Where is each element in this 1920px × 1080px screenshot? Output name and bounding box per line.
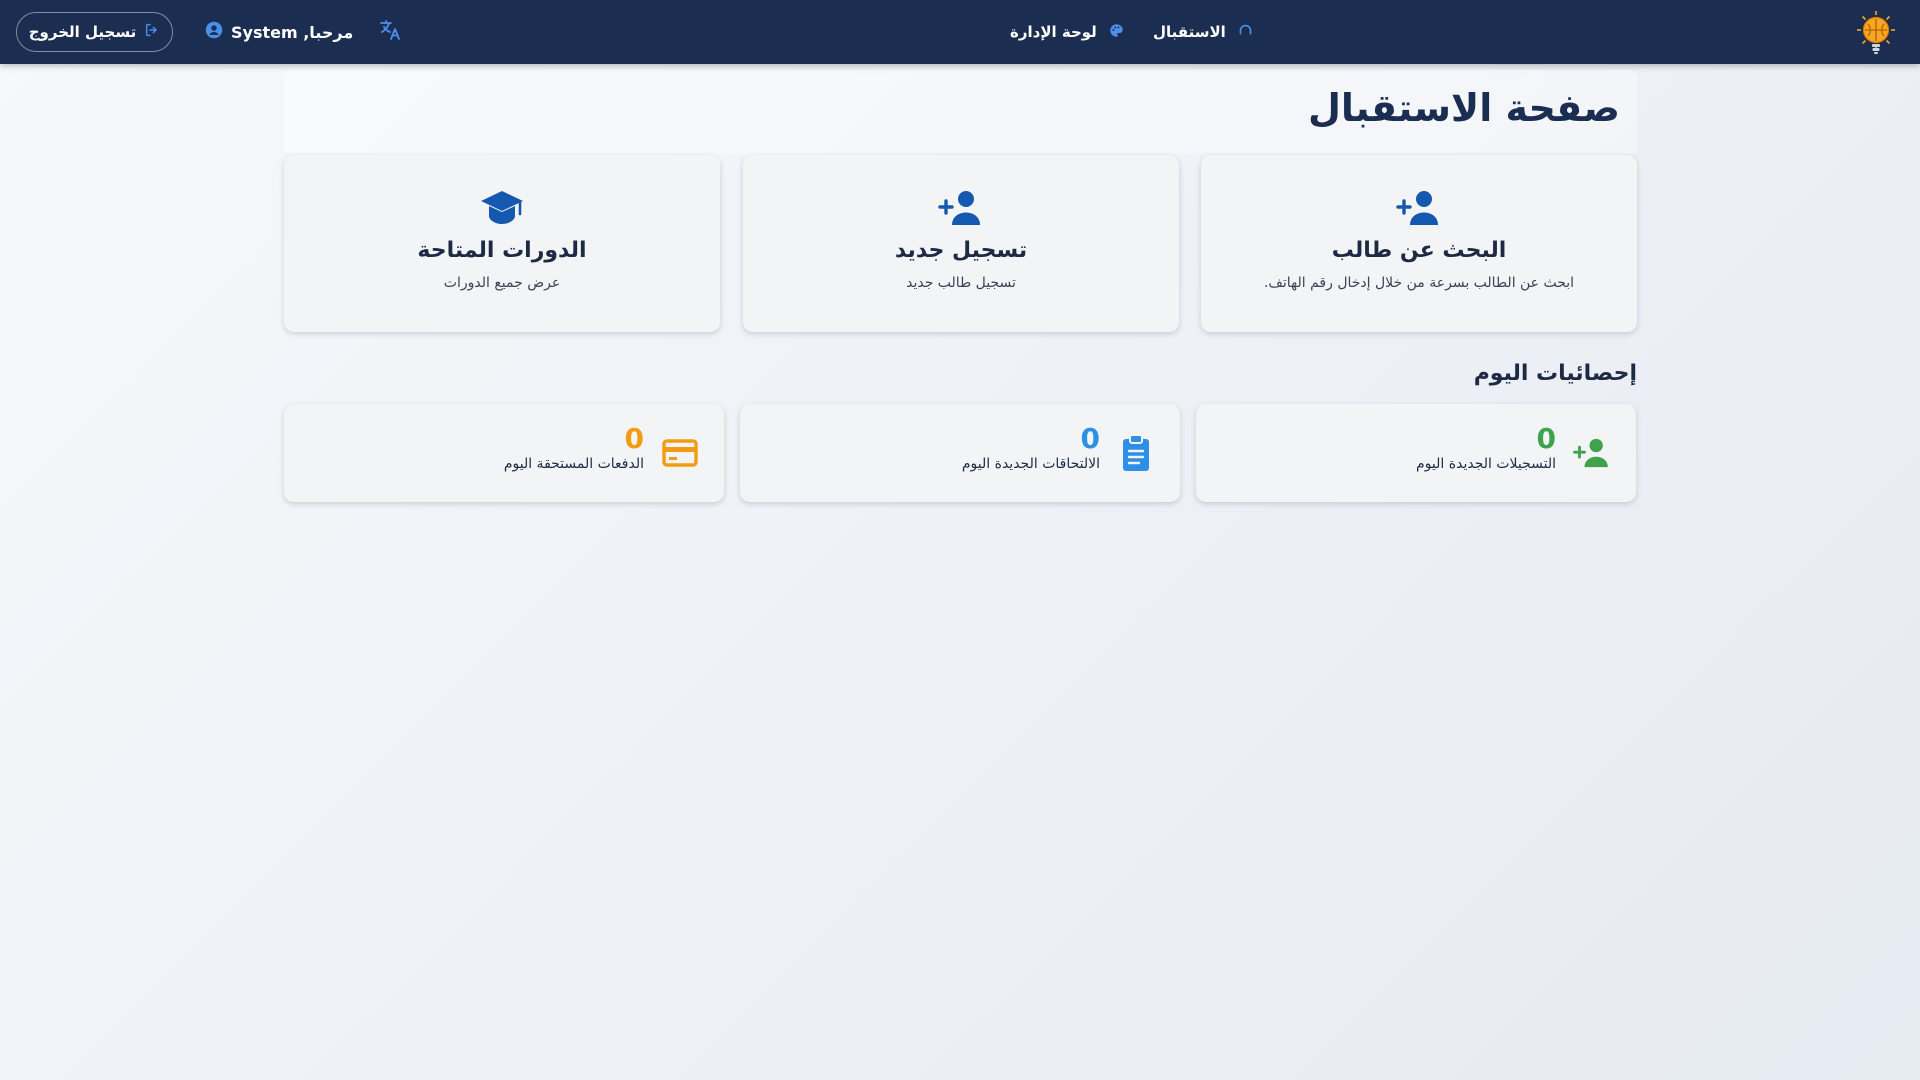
- nav-reception-label: الاستقبال: [1153, 23, 1226, 41]
- user-circle-icon: [205, 21, 223, 43]
- headset-icon: [1238, 23, 1253, 42]
- person-add-icon: [1395, 188, 1443, 228]
- top-navbar: تسجيل الخروج مرحبا, System لوحة الإدارة: [0, 0, 1920, 64]
- nav-link-admin[interactable]: لوحة الإدارة: [1010, 0, 1124, 64]
- user-greeting[interactable]: مرحبا, System: [205, 0, 353, 64]
- new-registration-card[interactable]: تسجيل جديد تسجيل طالب جديد: [743, 155, 1179, 332]
- person-add-icon: [937, 188, 985, 228]
- stat-enrollments-label: الالتحاقات الجديدة اليوم: [961, 456, 1100, 472]
- new-registration-description: تسجيل طالب جديد: [906, 275, 1016, 291]
- search-student-card[interactable]: البحث عن طالب ابحث عن الطالب بسرعة من خل…: [1201, 155, 1637, 332]
- translate-button[interactable]: [376, 18, 404, 46]
- search-student-description: ابحث عن الطالب بسرعة من خلال إدخال رقم ا…: [1263, 275, 1575, 291]
- page-title: صفحة الاستقبال: [1307, 86, 1620, 130]
- today-stats-title: إحصائيات اليوم: [1473, 361, 1637, 386]
- stat-registrations-label: التسجيلات الجديدة اليوم: [1416, 456, 1556, 472]
- clipboard-icon: [1114, 431, 1158, 475]
- greeting-text: مرحبا, System: [231, 22, 354, 42]
- logout-label: تسجيل الخروج: [28, 23, 137, 41]
- stat-enrollments-value: 0: [1080, 422, 1100, 455]
- nav-link-reception[interactable]: الاستقبال: [1153, 0, 1253, 64]
- stat-card-registrations: 0 التسجيلات الجديدة اليوم: [1196, 404, 1636, 502]
- available-courses-description: عرض جميع الدورات: [443, 275, 561, 291]
- stat-payments-value: 0: [624, 422, 644, 455]
- logout-icon: [144, 22, 160, 42]
- new-registration-title: تسجيل جديد: [894, 238, 1028, 263]
- person-add-icon: [1570, 431, 1614, 475]
- stat-registrations-value: 0: [1536, 422, 1556, 455]
- logout-button[interactable]: تسجيل الخروج: [16, 12, 173, 52]
- graduation-cap-icon: [478, 188, 526, 228]
- translate-icon: [378, 18, 402, 46]
- brand-logo[interactable]: [1856, 10, 1896, 56]
- palette-icon: [1109, 23, 1124, 42]
- nav-admin-label: لوحة الإدارة: [1010, 23, 1097, 41]
- available-courses-title: الدورات المتاحة: [417, 238, 587, 263]
- stat-card-enrollments: 0 الالتحاقات الجديدة اليوم: [740, 404, 1180, 502]
- credit-card-icon: [658, 431, 702, 475]
- search-student-title: البحث عن طالب: [1331, 238, 1507, 263]
- available-courses-card[interactable]: الدورات المتاحة عرض جميع الدورات: [284, 155, 720, 332]
- stat-card-payments: 0 الدفعات المستحقة اليوم: [284, 404, 724, 502]
- stat-payments-label: الدفعات المستحقة اليوم: [503, 456, 644, 472]
